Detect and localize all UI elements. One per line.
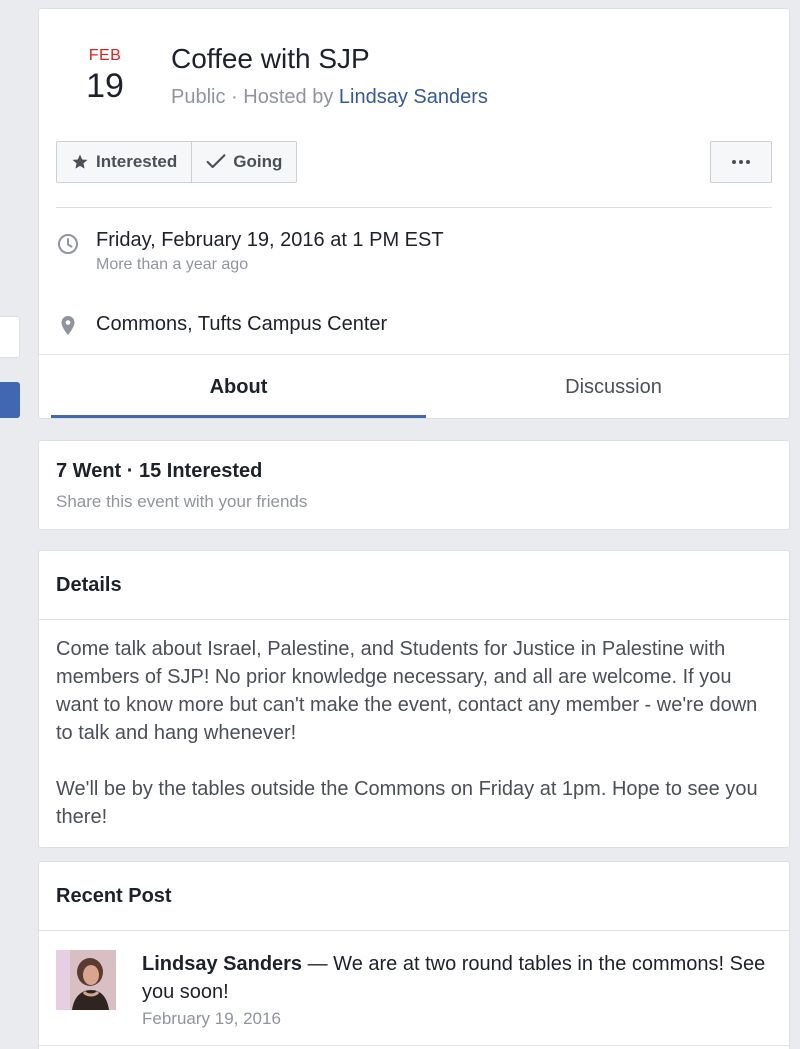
tab-discussion[interactable]: Discussion <box>426 355 789 418</box>
details-body: Come talk about Israel, Palestine, and S… <box>39 620 789 831</box>
interested-button[interactable]: Interested <box>57 142 191 182</box>
attendance-card: 7 Went · 15 Interested Share this event … <box>38 440 790 530</box>
details-card: Details Come talk about Israel, Palestin… <box>38 550 790 848</box>
details-paragraph: We'll be by the tables outside the Commo… <box>56 778 758 828</box>
interested-label: Interested <box>96 152 178 171</box>
checkmark-icon <box>206 154 226 169</box>
event-date-badge: FEB 19 <box>85 47 125 105</box>
event-tabs: About Discussion <box>39 354 789 418</box>
post-author-link[interactable]: Lindsay Sanders <box>142 953 302 975</box>
map-pin-icon <box>61 316 75 335</box>
left-column-card-edge <box>0 316 20 358</box>
date-month: FEB <box>88 47 122 64</box>
going-button[interactable]: Going <box>191 142 296 182</box>
share-prompt[interactable]: Share this event with your friends <box>56 492 307 512</box>
more-icon-dot <box>732 160 736 164</box>
event-subtitle: Public · Hosted by Lindsay Sanders <box>171 86 488 109</box>
date-day: 19 <box>86 67 124 105</box>
host-link[interactable]: Lindsay Sanders <box>339 86 488 108</box>
post-timestamp[interactable]: February 19, 2016 <box>142 1007 782 1031</box>
avatar-photo <box>56 950 116 1010</box>
post-content: Lindsay Sanders — We are at two round ta… <box>142 950 782 1031</box>
avatar[interactable] <box>56 950 116 1010</box>
details-heading: Details <box>39 551 789 620</box>
left-column-button-edge[interactable] <box>0 382 20 418</box>
more-icon-dot <box>746 160 750 164</box>
post-divider <box>39 1045 789 1046</box>
event-location-row: Commons, Tufts Campus Center <box>56 311 387 338</box>
tab-about[interactable]: About <box>51 355 426 418</box>
recent-post-card: Recent Post Lindsay Sanders — We are at … <box>38 861 790 1049</box>
more-options-button[interactable] <box>710 141 772 183</box>
event-time-row: Friday, February 19, 2016 at 1 PM EST Mo… <box>56 229 444 274</box>
star-icon <box>72 154 88 169</box>
details-paragraph: Come talk about Israel, Palestine, and S… <box>56 638 758 744</box>
hosted-by-label: Hosted by <box>243 86 334 108</box>
post-item: Lindsay Sanders — We are at two round ta… <box>56 950 782 1031</box>
rsvp-button-group: Interested Going <box>56 141 298 183</box>
event-relative-time: More than a year ago <box>96 256 249 273</box>
subtitle-separator: · <box>231 86 238 108</box>
going-label: Going <box>233 152 283 171</box>
event-title: Coffee with SJP <box>171 43 370 74</box>
recent-post-heading: Recent Post <box>39 862 789 931</box>
attendance-summary[interactable]: 7 Went · 15 Interested <box>56 460 262 483</box>
header-divider <box>56 207 772 208</box>
clock-icon <box>58 234 78 254</box>
event-location[interactable]: Commons, Tufts Campus Center <box>96 313 387 338</box>
more-icon-dot <box>739 160 743 164</box>
event-datetime: Friday, February 19, 2016 at 1 PM EST <box>96 229 444 251</box>
event-privacy: Public <box>171 86 226 108</box>
event-header-card: FEB 19 Coffee with SJP Public · Hosted b… <box>38 8 790 419</box>
